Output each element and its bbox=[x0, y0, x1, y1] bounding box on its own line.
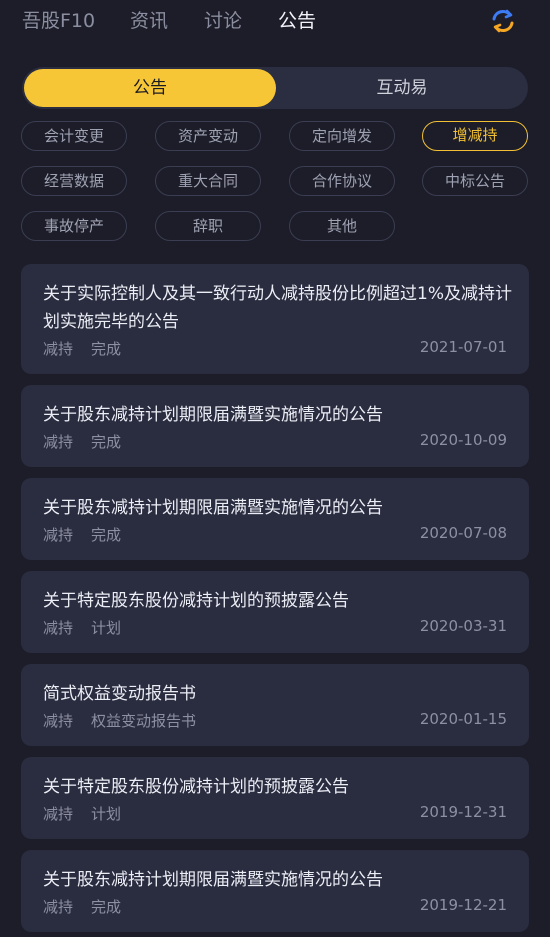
announcement-title: 简式权益变动报告书 bbox=[43, 684, 196, 704]
chip-accident-suspension[interactable]: 事故停产 bbox=[21, 211, 127, 241]
chip-shareholding-change[interactable]: 增减持 bbox=[422, 121, 528, 151]
chip-asset-change[interactable]: 资产变动 bbox=[155, 121, 261, 151]
announcement-status: 计划 bbox=[91, 805, 122, 823]
announcement-date: 2019-12-21 bbox=[419, 896, 507, 914]
announcement-type: 减持 bbox=[43, 619, 74, 637]
announcement-card[interactable]: 关于股东减持计划期限届满暨实施情况的公告 减持 完成 2020-07-08 bbox=[21, 478, 529, 560]
announcement-date: 2021-07-01 bbox=[419, 338, 507, 356]
tab-announcements[interactable]: 公告 bbox=[278, 6, 316, 33]
announcement-card[interactable]: 关于特定股东股份减持计划的预披露公告 减持 计划 2020-03-31 bbox=[21, 571, 529, 653]
chip-other[interactable]: 其他 bbox=[289, 211, 395, 241]
announcement-type: 减持 bbox=[43, 526, 74, 544]
announcement-title: 关于股东减持计划期限届满暨实施情况的公告 bbox=[43, 405, 383, 425]
announcement-type: 减持 bbox=[43, 433, 74, 451]
announcement-type: 减持 bbox=[43, 898, 74, 916]
announcement-type: 减持 bbox=[43, 712, 74, 730]
chip-bid-winning[interactable]: 中标公告 bbox=[422, 166, 528, 196]
tab-news[interactable]: 资讯 bbox=[130, 6, 168, 33]
announcement-title: 关于股东减持计划期限届满暨实施情况的公告 bbox=[43, 870, 383, 890]
announcement-status: 完成 bbox=[91, 898, 122, 916]
announcement-type: 减持 bbox=[43, 340, 74, 358]
announcement-date: 2020-01-15 bbox=[419, 710, 507, 728]
announcement-card[interactable]: 关于股东减持计划期限届满暨实施情况的公告 减持 完成 2019-12-21 bbox=[21, 850, 529, 932]
announcement-status: 权益变动报告书 bbox=[91, 712, 197, 730]
announcement-title: 关于实际控制人及其一致行动人减持股份比例超过1%及减持计划实施完毕的公告 bbox=[43, 284, 512, 332]
announcement-status: 完成 bbox=[91, 526, 122, 544]
announcement-date: 2020-03-31 bbox=[419, 617, 507, 635]
refresh-icon[interactable] bbox=[488, 6, 518, 36]
top-navigation: 吾股F10 资讯 讨论 公告 bbox=[0, 0, 550, 40]
chip-major-contract[interactable]: 重大合同 bbox=[155, 166, 261, 196]
segment-interaction[interactable]: 互动易 bbox=[276, 67, 528, 109]
announcement-status: 计划 bbox=[91, 619, 122, 637]
announcement-card[interactable]: 简式权益变动报告书 减持 权益变动报告书 2020-01-15 bbox=[21, 664, 529, 746]
announcement-status: 完成 bbox=[91, 340, 122, 358]
announcement-status: 完成 bbox=[91, 433, 122, 451]
announcement-title: 关于股东减持计划期限届满暨实施情况的公告 bbox=[43, 498, 383, 518]
tab-discussion[interactable]: 讨论 bbox=[204, 6, 242, 33]
announcement-title: 关于特定股东股份减持计划的预披露公告 bbox=[43, 777, 349, 797]
announcement-type: 减持 bbox=[43, 805, 74, 823]
announcement-date: 2019-12-31 bbox=[419, 803, 507, 821]
announcement-date: 2020-07-08 bbox=[419, 524, 507, 542]
announcement-card[interactable]: 关于特定股东股份减持计划的预披露公告 减持 计划 2019-12-31 bbox=[21, 757, 529, 839]
chip-operating-data[interactable]: 经营数据 bbox=[21, 166, 127, 196]
tab-stock-f10[interactable]: 吾股F10 bbox=[22, 6, 95, 33]
announcement-type-switch: 公告 互动易 bbox=[22, 67, 528, 109]
chip-private-placement[interactable]: 定向增发 bbox=[289, 121, 395, 151]
chip-cooperation-agreement[interactable]: 合作协议 bbox=[289, 166, 395, 196]
announcement-card[interactable]: 关于股东减持计划期限届满暨实施情况的公告 减持 完成 2020-10-09 bbox=[21, 385, 529, 467]
segment-announcements[interactable]: 公告 bbox=[24, 69, 276, 107]
chip-accounting-change[interactable]: 会计变更 bbox=[21, 121, 127, 151]
announcement-card[interactable]: 关于实际控制人及其一致行动人减持股份比例超过1%及减持计划实施完毕的公告 减持 … bbox=[21, 264, 529, 374]
chip-resignation[interactable]: 辞职 bbox=[155, 211, 261, 241]
announcement-date: 2020-10-09 bbox=[419, 431, 507, 449]
announcement-title: 关于特定股东股份减持计划的预披露公告 bbox=[43, 591, 349, 611]
